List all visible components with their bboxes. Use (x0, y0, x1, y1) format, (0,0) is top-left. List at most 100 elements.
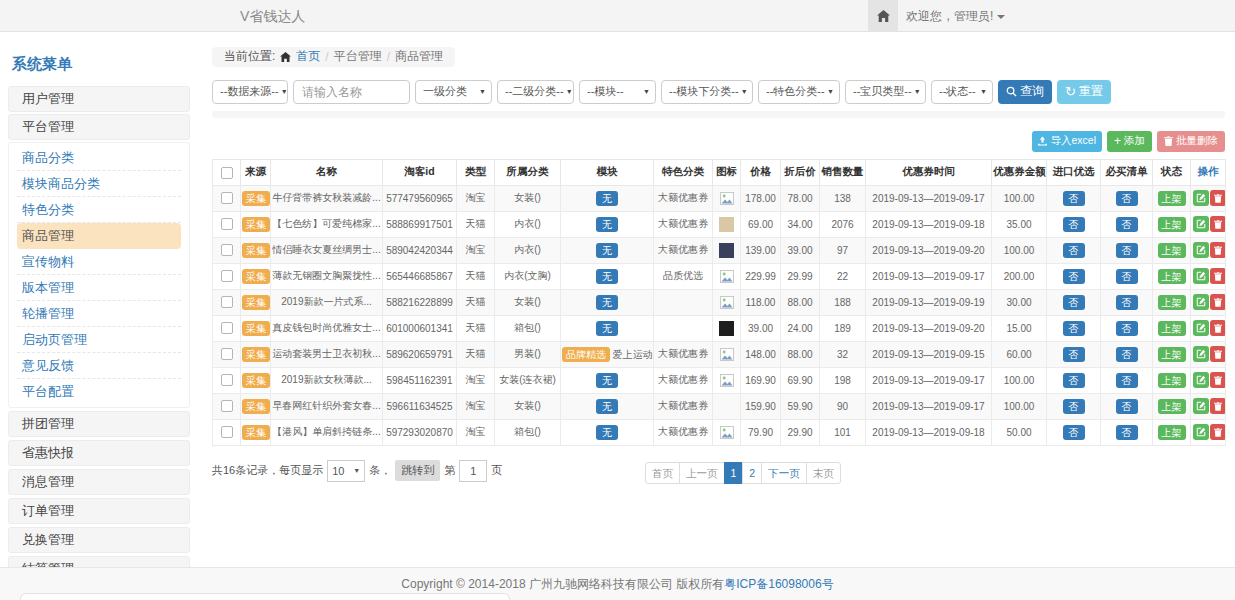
page-button-2[interactable]: 2 (742, 462, 762, 484)
page-button-末页[interactable]: 末页 (806, 462, 841, 484)
delete-button[interactable] (1210, 398, 1226, 414)
import-select-badge[interactable]: 否 (1063, 425, 1085, 440)
sidebar-subitem[interactable]: 意见反馈 (17, 353, 181, 379)
status-badge[interactable]: 上架 (1158, 321, 1186, 336)
delete-button[interactable] (1210, 424, 1226, 440)
edit-button[interactable] (1193, 398, 1209, 414)
delete-button[interactable] (1210, 294, 1226, 310)
sidebar-subitem[interactable]: 轮播管理 (17, 301, 181, 327)
filter-select-5[interactable]: --宝贝类型--▼ (845, 80, 926, 104)
filter-select-0[interactable]: 一级分类▼ (415, 80, 492, 104)
filter-select-3[interactable]: --模块下分类--▼ (661, 80, 753, 104)
sidebar-item[interactable]: 省惠快报 (8, 440, 190, 466)
icp-link[interactable]: 粤ICP备16098006号 (724, 577, 833, 591)
import-select-badge[interactable]: 否 (1063, 243, 1085, 258)
edit-button[interactable] (1193, 242, 1209, 258)
import-excel-button[interactable]: 导入excel (1032, 131, 1102, 152)
import-select-badge[interactable]: 否 (1063, 321, 1085, 336)
query-button[interactable]: 查询 (998, 80, 1052, 104)
import-select-badge[interactable]: 否 (1063, 217, 1085, 232)
import-select-badge[interactable]: 否 (1063, 373, 1085, 388)
sidebar-item-platform[interactable]: 平台管理 (8, 114, 190, 140)
add-button[interactable]: + 添加 (1107, 131, 1152, 152)
filter-select-1[interactable]: --二级分类--▼ (497, 80, 574, 104)
sidebar-subitem[interactable]: 特色分类 (17, 197, 181, 223)
sidebar-subitem[interactable]: 商品分类 (17, 145, 181, 171)
must-buy-badge[interactable]: 否 (1116, 347, 1138, 362)
status-badge[interactable]: 上架 (1158, 269, 1186, 284)
sidebar-subitem[interactable]: 平台配置 (17, 379, 181, 405)
page-button-上一页[interactable]: 上一页 (679, 462, 725, 484)
row-checkbox[interactable] (221, 192, 233, 204)
delete-button[interactable] (1210, 268, 1226, 284)
import-select-badge[interactable]: 否 (1063, 347, 1085, 362)
status-badge[interactable]: 上架 (1158, 243, 1186, 258)
user-menu[interactable]: 欢迎您，管理员! (906, 0, 1005, 32)
edit-button[interactable] (1193, 294, 1209, 310)
status-badge[interactable]: 上架 (1158, 399, 1186, 414)
must-buy-badge[interactable]: 否 (1116, 243, 1138, 258)
must-buy-badge[interactable]: 否 (1116, 425, 1138, 440)
row-checkbox[interactable] (221, 218, 233, 230)
sidebar-subitem[interactable]: 模块商品分类 (17, 171, 181, 197)
row-checkbox[interactable] (221, 322, 233, 334)
must-buy-badge[interactable]: 否 (1116, 399, 1138, 414)
import-select-badge[interactable]: 否 (1063, 269, 1085, 284)
jump-button[interactable]: 跳转到 (395, 460, 440, 481)
import-select-badge[interactable]: 否 (1063, 295, 1085, 310)
filter-select-6[interactable]: --状态--▼ (931, 80, 993, 104)
sidebar-subitem[interactable]: 宣传物料 (17, 249, 181, 275)
sidebar-item[interactable]: 拼团管理 (8, 411, 190, 437)
import-select-badge[interactable]: 否 (1063, 399, 1085, 414)
must-buy-badge[interactable]: 否 (1116, 321, 1138, 336)
page-button-下一页[interactable]: 下一页 (761, 462, 807, 484)
status-badge[interactable]: 上架 (1158, 217, 1186, 232)
must-buy-badge[interactable]: 否 (1116, 373, 1138, 388)
sidebar-item[interactable]: 订单管理 (8, 498, 190, 524)
status-badge[interactable]: 上架 (1158, 347, 1186, 362)
name-search-input[interactable] (293, 80, 410, 104)
filter-select-4[interactable]: --特色分类--▼ (758, 80, 840, 104)
must-buy-badge[interactable]: 否 (1116, 269, 1138, 284)
page-number-input[interactable] (459, 460, 487, 482)
row-checkbox[interactable] (221, 348, 233, 360)
page-button-1[interactable]: 1 (724, 462, 744, 484)
page-size-select[interactable]: 10▼ (327, 460, 365, 482)
status-badge[interactable]: 上架 (1158, 373, 1186, 388)
delete-button[interactable] (1210, 320, 1226, 336)
home-button[interactable] (868, 0, 898, 31)
status-badge[interactable]: 上架 (1158, 425, 1186, 440)
sidebar-item[interactable]: 兑换管理 (8, 527, 190, 553)
must-buy-badge[interactable]: 否 (1116, 191, 1138, 206)
sidebar-item[interactable]: 消息管理 (8, 469, 190, 495)
status-badge[interactable]: 上架 (1158, 191, 1186, 206)
import-select-badge[interactable]: 否 (1063, 191, 1085, 206)
delete-button[interactable] (1210, 346, 1226, 362)
sidebar-subitem[interactable]: 版本管理 (17, 275, 181, 301)
sidebar-subitem[interactable]: 商品管理 (17, 223, 181, 249)
breadcrumb-home-link[interactable]: 首页 (296, 48, 320, 65)
batch-delete-button[interactable]: 批量删除 (1157, 131, 1225, 152)
row-checkbox[interactable] (221, 374, 233, 386)
sidebar-item-users[interactable]: 用户管理 (8, 86, 190, 112)
row-checkbox[interactable] (221, 270, 233, 282)
status-badge[interactable]: 上架 (1158, 295, 1186, 310)
delete-button[interactable] (1210, 216, 1226, 232)
edit-button[interactable] (1193, 268, 1209, 284)
edit-button[interactable] (1193, 372, 1209, 388)
edit-button[interactable] (1193, 346, 1209, 362)
edit-button[interactable] (1193, 190, 1209, 206)
edit-button[interactable] (1193, 320, 1209, 336)
edit-button[interactable] (1193, 424, 1209, 440)
must-buy-badge[interactable]: 否 (1116, 217, 1138, 232)
delete-button[interactable] (1210, 190, 1226, 206)
row-checkbox[interactable] (221, 296, 233, 308)
sidebar-subitem[interactable]: 启动页管理 (17, 327, 181, 353)
reset-button[interactable]: ↻重置 (1057, 80, 1111, 104)
row-checkbox[interactable] (221, 244, 233, 256)
edit-button[interactable] (1193, 216, 1209, 232)
data-source-select[interactable]: --数据来源--▼ (212, 80, 288, 104)
page-button-首页[interactable]: 首页 (645, 462, 680, 484)
row-checkbox[interactable] (221, 426, 233, 438)
filter-select-2[interactable]: --模块--▼ (579, 80, 656, 104)
